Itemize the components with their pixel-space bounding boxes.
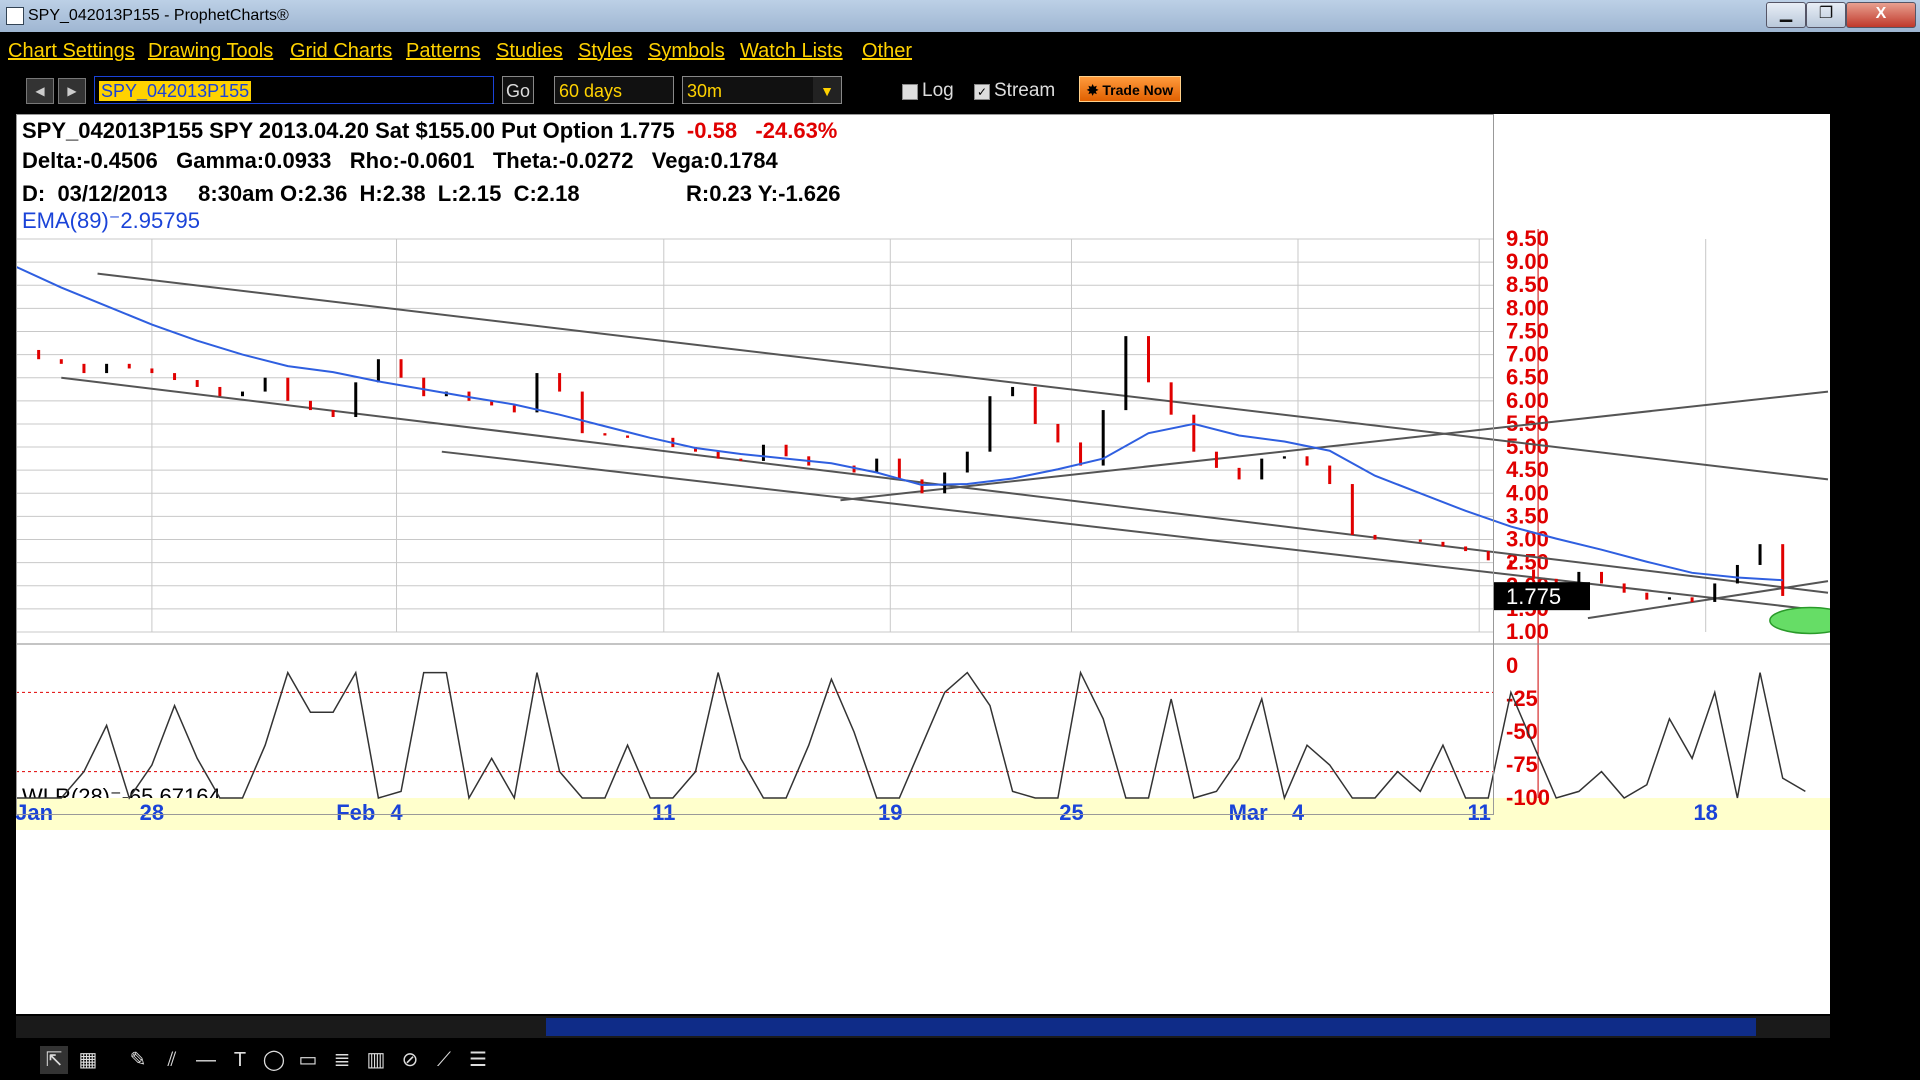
next-symbol-button[interactable]: ▶ [58,78,86,104]
price-tick-label: 4.00 [1506,480,1549,505]
maximize-button[interactable]: ❐ [1806,2,1846,28]
menu-drawing-tools[interactable]: Drawing Tools [148,40,273,63]
chart-scrollbar[interactable] [16,1016,1830,1038]
interval-value: 30m [687,81,723,101]
menu-other[interactable]: Other [862,40,912,63]
wlr-tick-label: 0 [1506,653,1518,678]
wlr-tick-label: -25 [1506,686,1538,711]
price-tick-label: 1.00 [1506,619,1549,644]
menu-studies[interactable]: Studies [496,40,563,63]
date-tick-label: 25 [1059,800,1083,825]
menu-symbols[interactable]: Symbols [648,40,725,63]
price-tick-label: 9.00 [1506,249,1549,274]
date-tick-label: Feb [336,800,375,825]
price-tick-label: 6.50 [1506,365,1549,390]
price-tick-label: 8.50 [1506,272,1549,297]
parallel-lines-icon[interactable]: ⫽ [158,1046,186,1074]
date-tick-label: 28 [140,800,164,825]
date-tick-label: 11 [1468,800,1491,825]
price-tick-label: 6.00 [1506,388,1549,413]
horizontal-line-icon[interactable]: — [192,1046,220,1074]
chart-area[interactable]: SPY_042013P155 SPY 2013.04.20 Sat $155.0… [16,114,1830,1014]
select-tool-icon[interactable]: ⇱ [40,1046,68,1074]
title-bar: SPY_042013P155 - ProphetCharts® ▁ ❐ X [0,0,1920,32]
menu-bar: Chart Settings Drawing Tools Grid Charts… [0,32,1920,68]
menu-styles[interactable]: Styles [578,40,632,63]
trade-now-label: Trade Now [1102,82,1174,98]
ellipse-tool-icon[interactable]: ◯ [260,1046,288,1074]
menu-watch-lists[interactable]: Watch Lists [740,40,843,63]
range-select[interactable]: 60 days [554,76,674,104]
fib-tool-icon[interactable]: ≣ [328,1046,356,1074]
price-tick-label: 7.00 [1506,342,1549,367]
list-tool-icon[interactable]: ☰ [464,1046,492,1074]
chevron-down-icon[interactable]: ▼ [813,77,841,103]
wlr-tick-label: -75 [1506,752,1538,777]
price-tick-label: 5.00 [1506,434,1549,459]
date-tick-label: 19 [878,800,902,825]
date-tick-label: Mar [1229,800,1269,825]
speedline-tool-icon[interactable]: ⊘ [396,1046,424,1074]
menu-grid-charts[interactable]: Grid Charts [290,40,392,63]
symbol-input[interactable]: SPY_042013P155 [94,76,494,104]
gann-tool-icon[interactable]: ▥ [362,1046,390,1074]
menu-chart-settings[interactable]: Chart Settings [8,40,135,63]
app-icon [6,7,24,25]
price-tick-label: 9.50 [1506,226,1549,251]
stream-checkbox[interactable]: ✓ [974,84,990,100]
scroll-thumb[interactable] [546,1018,1756,1036]
price-tick-label: 8.00 [1506,295,1549,320]
grid-tool-icon[interactable]: ▦ [74,1046,102,1074]
price-tick-label: 3.50 [1506,503,1549,528]
symbol-value: SPY_042013P155 [99,81,252,101]
last-price-label: 1.775 [1506,584,1561,609]
date-tick-label: 4 [390,800,403,825]
trade-now-button[interactable]: ✸ Trade Now [1079,76,1181,102]
close-button[interactable]: X [1846,2,1916,28]
date-tick-label: Jan [16,800,53,825]
text-tool-icon[interactable]: T [226,1046,254,1074]
prev-symbol-button[interactable]: ◀ [26,78,54,104]
minimize-button[interactable]: ▁ [1766,2,1806,28]
price-tick-label: 7.50 [1506,318,1549,343]
menu-patterns[interactable]: Patterns [406,40,480,63]
fan-tool-icon[interactable]: ⟋ [430,1046,458,1074]
interval-select[interactable]: 30m ▼ [682,76,842,104]
price-tick-label: 4.50 [1506,457,1549,482]
wlr-tick-label: -50 [1506,719,1538,744]
date-tick-label: 11 [652,800,675,825]
log-checkbox[interactable] [902,84,918,100]
stream-label: Stream [994,80,1056,101]
go-button[interactable]: Go [502,76,534,104]
log-label: Log [922,80,954,101]
window-title: SPY_042013P155 - ProphetCharts® [28,7,289,24]
chart-frame [16,114,1494,815]
rectangle-tool-icon[interactable]: ▭ [294,1046,322,1074]
date-tick-label: 4 [1292,800,1305,825]
price-chart-svg[interactable]: 9.509.008.508.007.507.006.506.005.505.00… [16,114,1830,1014]
wlr-tick-label: -100 [1506,785,1550,810]
pen-tool-icon[interactable]: ✎ [124,1046,152,1074]
toolbar: ◀ ▶ SPY_042013P155 Go 60 days 30m ▼ Log … [0,70,1920,110]
date-tick-label: 18 [1693,800,1717,825]
